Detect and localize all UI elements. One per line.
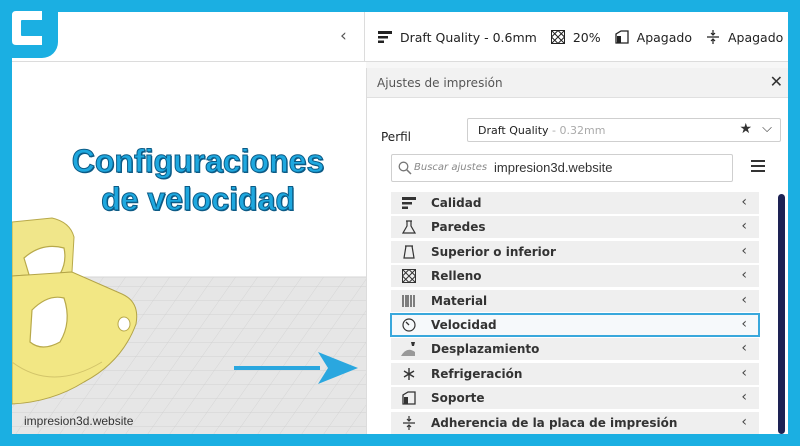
category-adherencia[interactable]: Adherencia de la placa de impresión ‹: [391, 411, 759, 434]
3d-viewport[interactable]: Configuraciones de velocidad impresion3d…: [12, 62, 366, 434]
adhesion-icon: [391, 415, 427, 430]
category-velocidad[interactable]: Velocidad ‹: [390, 312, 760, 337]
scrollbar[interactable]: [778, 194, 785, 434]
category-label: Paredes: [431, 220, 486, 235]
print-settings-panel: Ajustes de impresión ✕ Perfil Draft Qual…: [366, 68, 788, 434]
category-refrigeracion[interactable]: Refrigeración ‹: [391, 362, 759, 385]
top-bar: ‹ Draft Quality - 0.6mm 20% Apagado Apag…: [12, 12, 788, 62]
close-icon[interactable]: ✕: [770, 72, 783, 91]
arrow-right-icon: [234, 352, 358, 384]
category-label: Desplazamiento: [431, 342, 540, 357]
cooling-icon: [391, 367, 427, 381]
app-window: ‹ Draft Quality - 0.6mm 20% Apagado Apag…: [12, 12, 788, 434]
profile-label: Perfil: [381, 130, 412, 144]
headline-line-2: de velocidad: [101, 181, 296, 218]
chevron-left-icon: ‹: [741, 267, 747, 284]
category-label: Soporte: [431, 391, 485, 406]
chevron-left-icon: ‹: [741, 389, 747, 406]
chevron-left-icon: ‹: [741, 315, 747, 332]
quality-value: Draft Quality - 0.6mm: [400, 29, 537, 45]
search-placeholder: Buscar ajustes: [414, 162, 488, 173]
chevron-left-icon: ‹: [741, 242, 747, 259]
category-label: Superior o inferior: [431, 244, 556, 259]
support-value: Apagado: [636, 29, 692, 45]
category-label: Adherencia de la placa de impresión: [431, 415, 678, 430]
material-icon: [391, 294, 427, 308]
chevron-left-icon: ‹: [741, 413, 747, 430]
support-icon: [613, 28, 631, 46]
profile-dropdown[interactable]: Draft Quality - 0.32mm ★ ⌵: [467, 118, 781, 142]
infill-value: 20%: [572, 29, 601, 45]
category-calidad[interactable]: Calidad ‹: [391, 192, 759, 214]
category-label: Material: [431, 293, 488, 308]
quality-summary[interactable]: Draft Quality - 0.6mm: [376, 28, 537, 46]
overlay-headline: Configuraciones de velocidad: [48, 142, 348, 218]
chevron-left-icon: ‹: [741, 218, 747, 235]
quality-icon: [391, 197, 427, 209]
category-superior-inferior[interactable]: Superior o inferior ‹: [391, 240, 759, 263]
profile-value: Draft Quality - 0.32mm: [478, 124, 606, 137]
category-paredes[interactable]: Paredes ‹: [391, 216, 759, 239]
panel-title: Ajustes de impresión: [377, 76, 503, 90]
category-label: Calidad: [431, 196, 482, 210]
category-label: Refrigeración: [431, 366, 523, 381]
search-icon: [398, 161, 412, 175]
speed-icon: [391, 318, 427, 332]
adhesion-summary[interactable]: Apagado: [704, 28, 783, 46]
infill-summary[interactable]: 20%: [549, 28, 601, 46]
chevron-left-icon: ‹: [741, 364, 747, 381]
category-desplazamiento[interactable]: Desplazamiento ‹: [391, 338, 759, 361]
search-watermark: impresion3d.website: [494, 160, 613, 175]
chevron-left-icon: ‹: [741, 194, 747, 210]
search-input[interactable]: Buscar ajustes impresion3d.website: [391, 154, 733, 182]
divider: [364, 12, 365, 62]
chevron-down-icon[interactable]: ⌵: [762, 121, 772, 136]
chevron-left-icon: ‹: [741, 340, 747, 357]
category-soporte[interactable]: Soporte ‹: [391, 387, 759, 410]
top-bottom-icon: [391, 245, 427, 259]
adhesion-icon: [704, 28, 722, 46]
menu-icon[interactable]: [751, 160, 765, 172]
infill-icon: [391, 269, 427, 284]
quality-icon: [376, 28, 394, 46]
support-summary[interactable]: Apagado: [613, 28, 692, 46]
settings-category-list: Calidad ‹ Paredes ‹ Superior o inferior …: [390, 192, 760, 434]
category-relleno[interactable]: Relleno ‹: [391, 265, 759, 288]
walls-icon: [391, 220, 427, 234]
chevron-left-icon: ‹: [741, 291, 747, 308]
cura-logo-icon: [12, 11, 42, 45]
watermark: impresion3d.website: [24, 414, 134, 428]
cura-logo: [0, 0, 58, 58]
travel-icon: [391, 342, 427, 357]
infill-icon: [549, 28, 567, 46]
adhesion-value: Apagado: [727, 29, 784, 45]
category-label: Relleno: [431, 269, 482, 284]
category-material[interactable]: Material ‹: [391, 289, 759, 312]
headline-line-1: Configuraciones: [71, 143, 325, 180]
category-label: Velocidad: [431, 317, 497, 332]
chevron-left-icon[interactable]: ‹: [340, 26, 347, 46]
panel-header: Ajustes de impresión ✕: [367, 68, 788, 98]
print-setup-summary[interactable]: Draft Quality - 0.6mm 20% Apagado Apagad…: [376, 12, 788, 62]
star-icon[interactable]: ★: [739, 121, 752, 137]
support-icon: [391, 391, 427, 405]
